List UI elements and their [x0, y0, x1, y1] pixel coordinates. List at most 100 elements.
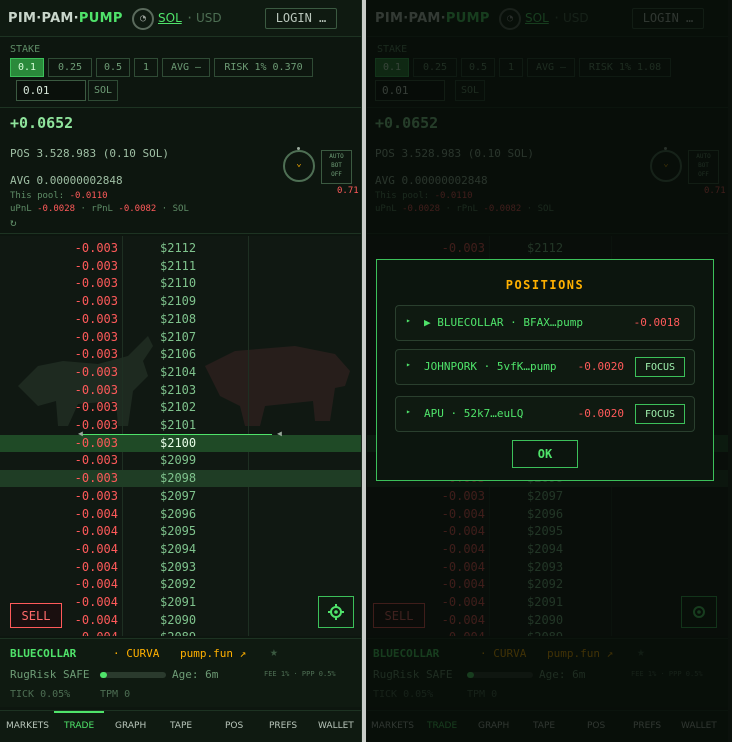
ladder-row[interactable]: -0.003 $2111	[0, 258, 361, 275]
row-price: $2110	[160, 276, 197, 291]
ladder-row[interactable]: -0.003 $2099	[0, 452, 361, 469]
row-price: $2108	[160, 311, 197, 326]
gauge-value: 0.71	[337, 186, 359, 196]
tab-wallet[interactable]: WALLET	[318, 721, 354, 731]
bottom-nav: MARKETS TRADE GRAPH TAPE POS PREFS WALLE…	[0, 710, 361, 742]
row-pnl: -0.004	[74, 559, 118, 574]
currency-usd-toggle[interactable]: USD	[196, 11, 222, 25]
rug-risk-fill	[100, 672, 107, 678]
ladder-row[interactable]: -0.003 $2108	[0, 311, 361, 328]
focus-button[interactable]: FOCUS	[635, 357, 685, 377]
tab-prefs[interactable]: PREFS	[269, 721, 297, 731]
ladder-row[interactable]: -0.003 $2104	[0, 364, 361, 381]
row-price: $2091	[160, 595, 197, 609]
sell-button[interactable]: SELL	[10, 603, 62, 628]
ok-button[interactable]: OK	[512, 440, 578, 468]
unrealized-pnl: uPnL -0.0028 · rPnL -0.0082 · SOL	[10, 204, 189, 214]
ladder-row[interactable]: -0.004 $2089	[0, 629, 361, 636]
row-price: $2101	[160, 418, 197, 432]
ladder-row[interactable]: -0.003 $2107	[0, 329, 361, 346]
expand-arrow-icon[interactable]: ▸	[406, 316, 411, 325]
row-price: $2090	[160, 612, 197, 627]
ladder-row[interactable]: -0.003 $2101	[0, 417, 361, 434]
tab-markets[interactable]: MARKETS	[6, 721, 49, 731]
row-pnl: -0.004	[74, 506, 118, 521]
stake-input[interactable]: 0.01	[16, 80, 86, 101]
ladder-row[interactable]: -0.003 $2098	[0, 470, 361, 488]
ladder-row[interactable]: -0.004 $2094	[0, 541, 361, 558]
focus-button[interactable]: FOCUS	[635, 404, 685, 424]
stake-chip-0.1[interactable]: 0.1	[10, 58, 44, 77]
ladder-row[interactable]: -0.003 $2110	[0, 275, 361, 292]
ladder-row[interactable]: -0.004 $2093	[0, 559, 361, 576]
row-pnl: -0.003	[74, 400, 118, 415]
pumpfun-link[interactable]: pump.fun ↗	[180, 647, 246, 660]
row-pnl: -0.003	[74, 418, 118, 432]
current-price-line	[80, 434, 272, 435]
row-price: $2096	[160, 506, 197, 521]
row-price: $2102	[160, 400, 197, 415]
auto-bot-toggle[interactable]: AUTO BOT OFF	[321, 150, 352, 184]
stake-label: STAKE	[10, 44, 41, 55]
app-header: PIM·PAM·PUMP ◔ SOL · USD LOGIN …	[0, 0, 361, 37]
stake-chip-0.5[interactable]: 0.5	[96, 58, 130, 77]
row-pnl: -0.004	[4, 629, 118, 636]
row-price: $2093	[160, 559, 197, 574]
expand-arrow-icon[interactable]: ▸	[406, 407, 411, 416]
stake-chip-1[interactable]: 1	[134, 58, 158, 77]
row-pnl: -0.003	[74, 435, 118, 450]
ladder-row[interactable]: -0.003 $2106	[0, 346, 361, 363]
row-price: $2099	[160, 453, 197, 468]
tab-graph[interactable]: GRAPH	[115, 721, 146, 731]
position-row[interactable]: ▸ JOHNPORK · 5vfK…pump -0.0020 FOCUS	[395, 349, 695, 385]
row-price: $2107	[160, 329, 197, 344]
ladder-row[interactable]: -0.004 $2092	[0, 576, 361, 593]
ladder-row[interactable]: -0.003 $2102	[0, 399, 361, 416]
ladder-row[interactable]: -0.003 $2112	[0, 240, 361, 257]
row-price: $2092	[160, 577, 197, 592]
login-button[interactable]: LOGIN …	[265, 8, 337, 29]
ladder-row[interactable]: -0.004 $2096	[0, 506, 361, 523]
ladder-row[interactable]: -0.003 $2103	[0, 382, 361, 399]
position-token: ▶ BLUECOLLAR · BFAX…pump	[424, 316, 583, 329]
row-pnl: -0.003	[74, 241, 118, 255]
token-name[interactable]: BLUECOLLAR	[10, 647, 76, 660]
dialog-title: POSITIONS	[505, 278, 585, 292]
tab-tape[interactable]: TAPE	[170, 721, 192, 731]
stake-chip-0.25[interactable]: 0.25	[48, 58, 92, 77]
ladder-row[interactable]: -0.003 $2109	[0, 293, 361, 310]
ladder-row[interactable]: -0.004 $2095	[0, 523, 361, 540]
coin-icon[interactable]: ◔	[132, 8, 154, 30]
favorite-star-icon[interactable]: ★	[270, 645, 278, 660]
row-pnl: -0.003	[74, 488, 118, 503]
stake-unit-button[interactable]: SOL	[88, 80, 118, 101]
row-pnl: -0.003	[74, 364, 118, 379]
ladder-row[interactable]: -0.003 $2100	[0, 434, 361, 452]
stake-risk-button[interactable]: RISK 1% 0.370	[214, 58, 313, 77]
row-pnl: -0.003	[74, 311, 118, 326]
position-row[interactable]: ▸ ▶ BLUECOLLAR · BFAX…pump -0.0018	[395, 305, 695, 341]
sentiment-gauge-icon: ⌄	[283, 147, 315, 182]
row-pnl: -0.003	[74, 453, 118, 468]
rug-risk-label: RugRisk SAFE	[10, 668, 90, 681]
tab-trade[interactable]: TRADE	[64, 721, 94, 731]
position-row[interactable]: ▸ APU · 52k7…euLQ -0.0020 FOCUS	[395, 396, 695, 432]
position-pnl: -0.0020	[577, 360, 624, 373]
settings-button[interactable]	[318, 596, 354, 628]
divider	[0, 107, 361, 108]
expand-arrow-icon[interactable]: ▸	[406, 360, 411, 369]
ladder-row[interactable]: -0.003 $2097	[0, 488, 361, 505]
order-ladder[interactable]: -0.003 $2112 -0.003 $2111 -0.003 $2110 -0.003 $…	[0, 236, 361, 636]
tick-size: TICK 0.05%	[10, 689, 71, 700]
token-age: Age: 6m	[172, 668, 219, 681]
refresh-icon[interactable]: ↻	[10, 216, 17, 229]
screen-divider	[362, 0, 366, 742]
tab-pos[interactable]: POS	[225, 721, 243, 731]
position-token: JOHNPORK · 5vfK…pump	[424, 360, 557, 373]
total-pnl: +0.0652	[10, 114, 74, 132]
row-price: $2097	[160, 488, 197, 503]
row-pnl: -0.003	[74, 382, 118, 397]
currency-sol-toggle[interactable]: SOL	[158, 11, 182, 25]
row-pnl: -0.003	[74, 276, 118, 291]
stake-avg-button[interactable]: AVG –	[162, 58, 210, 77]
